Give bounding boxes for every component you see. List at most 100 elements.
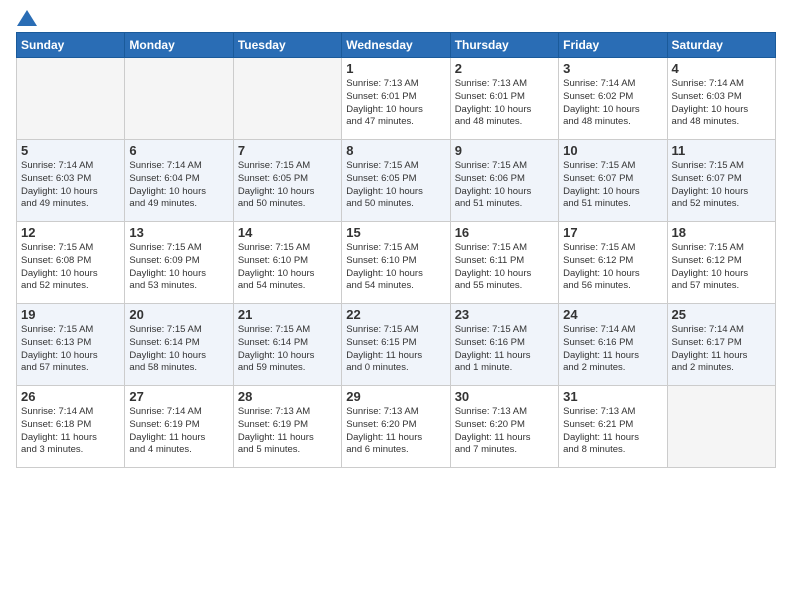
calendar-cell: 24 Sunrise: 7:14 AM Sunset: 6:16 PM Dayli…: [559, 304, 667, 386]
calendar-cell: 18 Sunrise: 7:15 AM Sunset: 6:12 PM Dayli…: [667, 222, 775, 304]
calendar: SundayMondayTuesdayWednesdayThursdayFrid…: [16, 32, 776, 468]
calendar-cell: 9 Sunrise: 7:15 AM Sunset: 6:06 PM Daylig…: [450, 140, 558, 222]
calendar-cell: 26 Sunrise: 7:14 AM Sunset: 6:18 PM Dayli…: [17, 386, 125, 468]
day-number: 30: [455, 389, 554, 404]
day-number: 25: [672, 307, 771, 322]
day-number: 31: [563, 389, 662, 404]
day-info: Sunrise: 7:15 AM Sunset: 6:07 PM Dayligh…: [563, 160, 662, 211]
day-info: Sunrise: 7:14 AM Sunset: 6:18 PM Dayligh…: [21, 406, 120, 457]
day-info: Sunrise: 7:15 AM Sunset: 6:12 PM Dayligh…: [672, 242, 771, 293]
day-number: 2: [455, 61, 554, 76]
day-number: 21: [238, 307, 337, 322]
weekday-header-saturday: Saturday: [667, 33, 775, 58]
day-info: Sunrise: 7:15 AM Sunset: 6:09 PM Dayligh…: [129, 242, 228, 293]
day-info: Sunrise: 7:15 AM Sunset: 6:05 PM Dayligh…: [238, 160, 337, 211]
calendar-cell: 10 Sunrise: 7:15 AM Sunset: 6:07 PM Dayli…: [559, 140, 667, 222]
day-number: 8: [346, 143, 445, 158]
logo: [16, 12, 37, 24]
day-info: Sunrise: 7:15 AM Sunset: 6:11 PM Dayligh…: [455, 242, 554, 293]
day-info: Sunrise: 7:14 AM Sunset: 6:03 PM Dayligh…: [21, 160, 120, 211]
logo-icon: [17, 10, 37, 26]
calendar-cell: 7 Sunrise: 7:15 AM Sunset: 6:05 PM Daylig…: [233, 140, 341, 222]
calendar-cell: 29Sunrise: 7:13 AM Sunset: 6:20 PM Dayli…: [342, 386, 450, 468]
weekday-header-row: SundayMondayTuesdayWednesdayThursdayFrid…: [17, 33, 776, 58]
calendar-cell: 31 Sunrise: 7:13 AM Sunset: 6:21 PM Dayli…: [559, 386, 667, 468]
calendar-cell: 12 Sunrise: 7:15 AM Sunset: 6:08 PM Dayli…: [17, 222, 125, 304]
weekday-header-thursday: Thursday: [450, 33, 558, 58]
day-info: Sunrise: 7:15 AM Sunset: 6:06 PM Dayligh…: [455, 160, 554, 211]
day-number: 9: [455, 143, 554, 158]
day-number: 7: [238, 143, 337, 158]
day-info: Sunrise: 7:15 AM Sunset: 6:08 PM Dayligh…: [21, 242, 120, 293]
calendar-cell: [233, 58, 341, 140]
day-info: Sunrise: 7:14 AM Sunset: 6:03 PM Dayligh…: [672, 78, 771, 129]
day-info: Sunrise: 7:13 AM Sunset: 6:19 PM Dayligh…: [238, 406, 337, 457]
day-number: 14: [238, 225, 337, 240]
day-number: 6: [129, 143, 228, 158]
day-info: Sunrise: 7:14 AM Sunset: 6:04 PM Dayligh…: [129, 160, 228, 211]
calendar-cell: 8Sunrise: 7:15 AM Sunset: 6:05 PM Daylig…: [342, 140, 450, 222]
weekday-header-sunday: Sunday: [17, 33, 125, 58]
day-number: 27: [129, 389, 228, 404]
week-row-2: 5 Sunrise: 7:14 AM Sunset: 6:03 PM Daylig…: [17, 140, 776, 222]
day-info: Sunrise: 7:14 AM Sunset: 6:19 PM Dayligh…: [129, 406, 228, 457]
week-row-5: 26 Sunrise: 7:14 AM Sunset: 6:18 PM Dayli…: [17, 386, 776, 468]
day-info: Sunrise: 7:14 AM Sunset: 6:02 PM Dayligh…: [563, 78, 662, 129]
week-row-4: 19 Sunrise: 7:15 AM Sunset: 6:13 PM Dayli…: [17, 304, 776, 386]
day-info: Sunrise: 7:13 AM Sunset: 6:21 PM Dayligh…: [563, 406, 662, 457]
day-info: Sunrise: 7:15 AM Sunset: 6:10 PM Dayligh…: [346, 242, 445, 293]
calendar-cell: 11 Sunrise: 7:15 AM Sunset: 6:07 PM Dayli…: [667, 140, 775, 222]
day-number: 18: [672, 225, 771, 240]
calendar-cell: 21 Sunrise: 7:15 AM Sunset: 6:14 PM Dayli…: [233, 304, 341, 386]
day-info: Sunrise: 7:13 AM Sunset: 6:20 PM Dayligh…: [455, 406, 554, 457]
weekday-header-wednesday: Wednesday: [342, 33, 450, 58]
day-info: Sunrise: 7:15 AM Sunset: 6:13 PM Dayligh…: [21, 324, 120, 375]
weekday-header-friday: Friday: [559, 33, 667, 58]
day-number: 13: [129, 225, 228, 240]
day-number: 26: [21, 389, 120, 404]
day-number: 22: [346, 307, 445, 322]
day-number: 11: [672, 143, 771, 158]
calendar-cell: 25Sunrise: 7:14 AM Sunset: 6:17 PM Dayli…: [667, 304, 775, 386]
calendar-cell: 23Sunrise: 7:15 AM Sunset: 6:16 PM Dayli…: [450, 304, 558, 386]
day-number: 28: [238, 389, 337, 404]
calendar-cell: 2 Sunrise: 7:13 AM Sunset: 6:01 PM Daylig…: [450, 58, 558, 140]
day-info: Sunrise: 7:15 AM Sunset: 6:10 PM Dayligh…: [238, 242, 337, 293]
calendar-cell: 28 Sunrise: 7:13 AM Sunset: 6:19 PM Dayli…: [233, 386, 341, 468]
calendar-cell: [17, 58, 125, 140]
day-info: Sunrise: 7:13 AM Sunset: 6:01 PM Dayligh…: [346, 78, 445, 129]
day-info: Sunrise: 7:15 AM Sunset: 6:07 PM Dayligh…: [672, 160, 771, 211]
day-number: 20: [129, 307, 228, 322]
calendar-cell: 13 Sunrise: 7:15 AM Sunset: 6:09 PM Dayli…: [125, 222, 233, 304]
calendar-cell: 17Sunrise: 7:15 AM Sunset: 6:12 PM Dayli…: [559, 222, 667, 304]
calendar-cell: [125, 58, 233, 140]
day-number: 24: [563, 307, 662, 322]
calendar-cell: 16 Sunrise: 7:15 AM Sunset: 6:11 PM Dayli…: [450, 222, 558, 304]
calendar-cell: 5 Sunrise: 7:14 AM Sunset: 6:03 PM Daylig…: [17, 140, 125, 222]
day-info: Sunrise: 7:14 AM Sunset: 6:16 PM Dayligh…: [563, 324, 662, 375]
calendar-cell: 6 Sunrise: 7:14 AM Sunset: 6:04 PM Daylig…: [125, 140, 233, 222]
day-number: 3: [563, 61, 662, 76]
day-info: Sunrise: 7:15 AM Sunset: 6:15 PM Dayligh…: [346, 324, 445, 375]
day-number: 15: [346, 225, 445, 240]
week-row-1: 1Sunrise: 7:13 AM Sunset: 6:01 PM Daylig…: [17, 58, 776, 140]
page: SundayMondayTuesdayWednesdayThursdayFrid…: [0, 0, 792, 612]
calendar-cell: [667, 386, 775, 468]
calendar-cell: 4Sunrise: 7:14 AM Sunset: 6:03 PM Daylig…: [667, 58, 775, 140]
calendar-cell: 14 Sunrise: 7:15 AM Sunset: 6:10 PM Dayli…: [233, 222, 341, 304]
calendar-cell: 27 Sunrise: 7:14 AM Sunset: 6:19 PM Dayli…: [125, 386, 233, 468]
day-number: 12: [21, 225, 120, 240]
calendar-cell: 20Sunrise: 7:15 AM Sunset: 6:14 PM Dayli…: [125, 304, 233, 386]
header: [16, 12, 776, 24]
day-info: Sunrise: 7:13 AM Sunset: 6:01 PM Dayligh…: [455, 78, 554, 129]
week-row-3: 12 Sunrise: 7:15 AM Sunset: 6:08 PM Dayli…: [17, 222, 776, 304]
day-number: 19: [21, 307, 120, 322]
day-info: Sunrise: 7:15 AM Sunset: 6:16 PM Dayligh…: [455, 324, 554, 375]
day-info: Sunrise: 7:15 AM Sunset: 6:14 PM Dayligh…: [238, 324, 337, 375]
day-number: 5: [21, 143, 120, 158]
day-number: 16: [455, 225, 554, 240]
calendar-cell: 22 Sunrise: 7:15 AM Sunset: 6:15 PM Dayli…: [342, 304, 450, 386]
weekday-header-monday: Monday: [125, 33, 233, 58]
day-number: 10: [563, 143, 662, 158]
day-info: Sunrise: 7:13 AM Sunset: 6:20 PM Dayligh…: [346, 406, 445, 457]
